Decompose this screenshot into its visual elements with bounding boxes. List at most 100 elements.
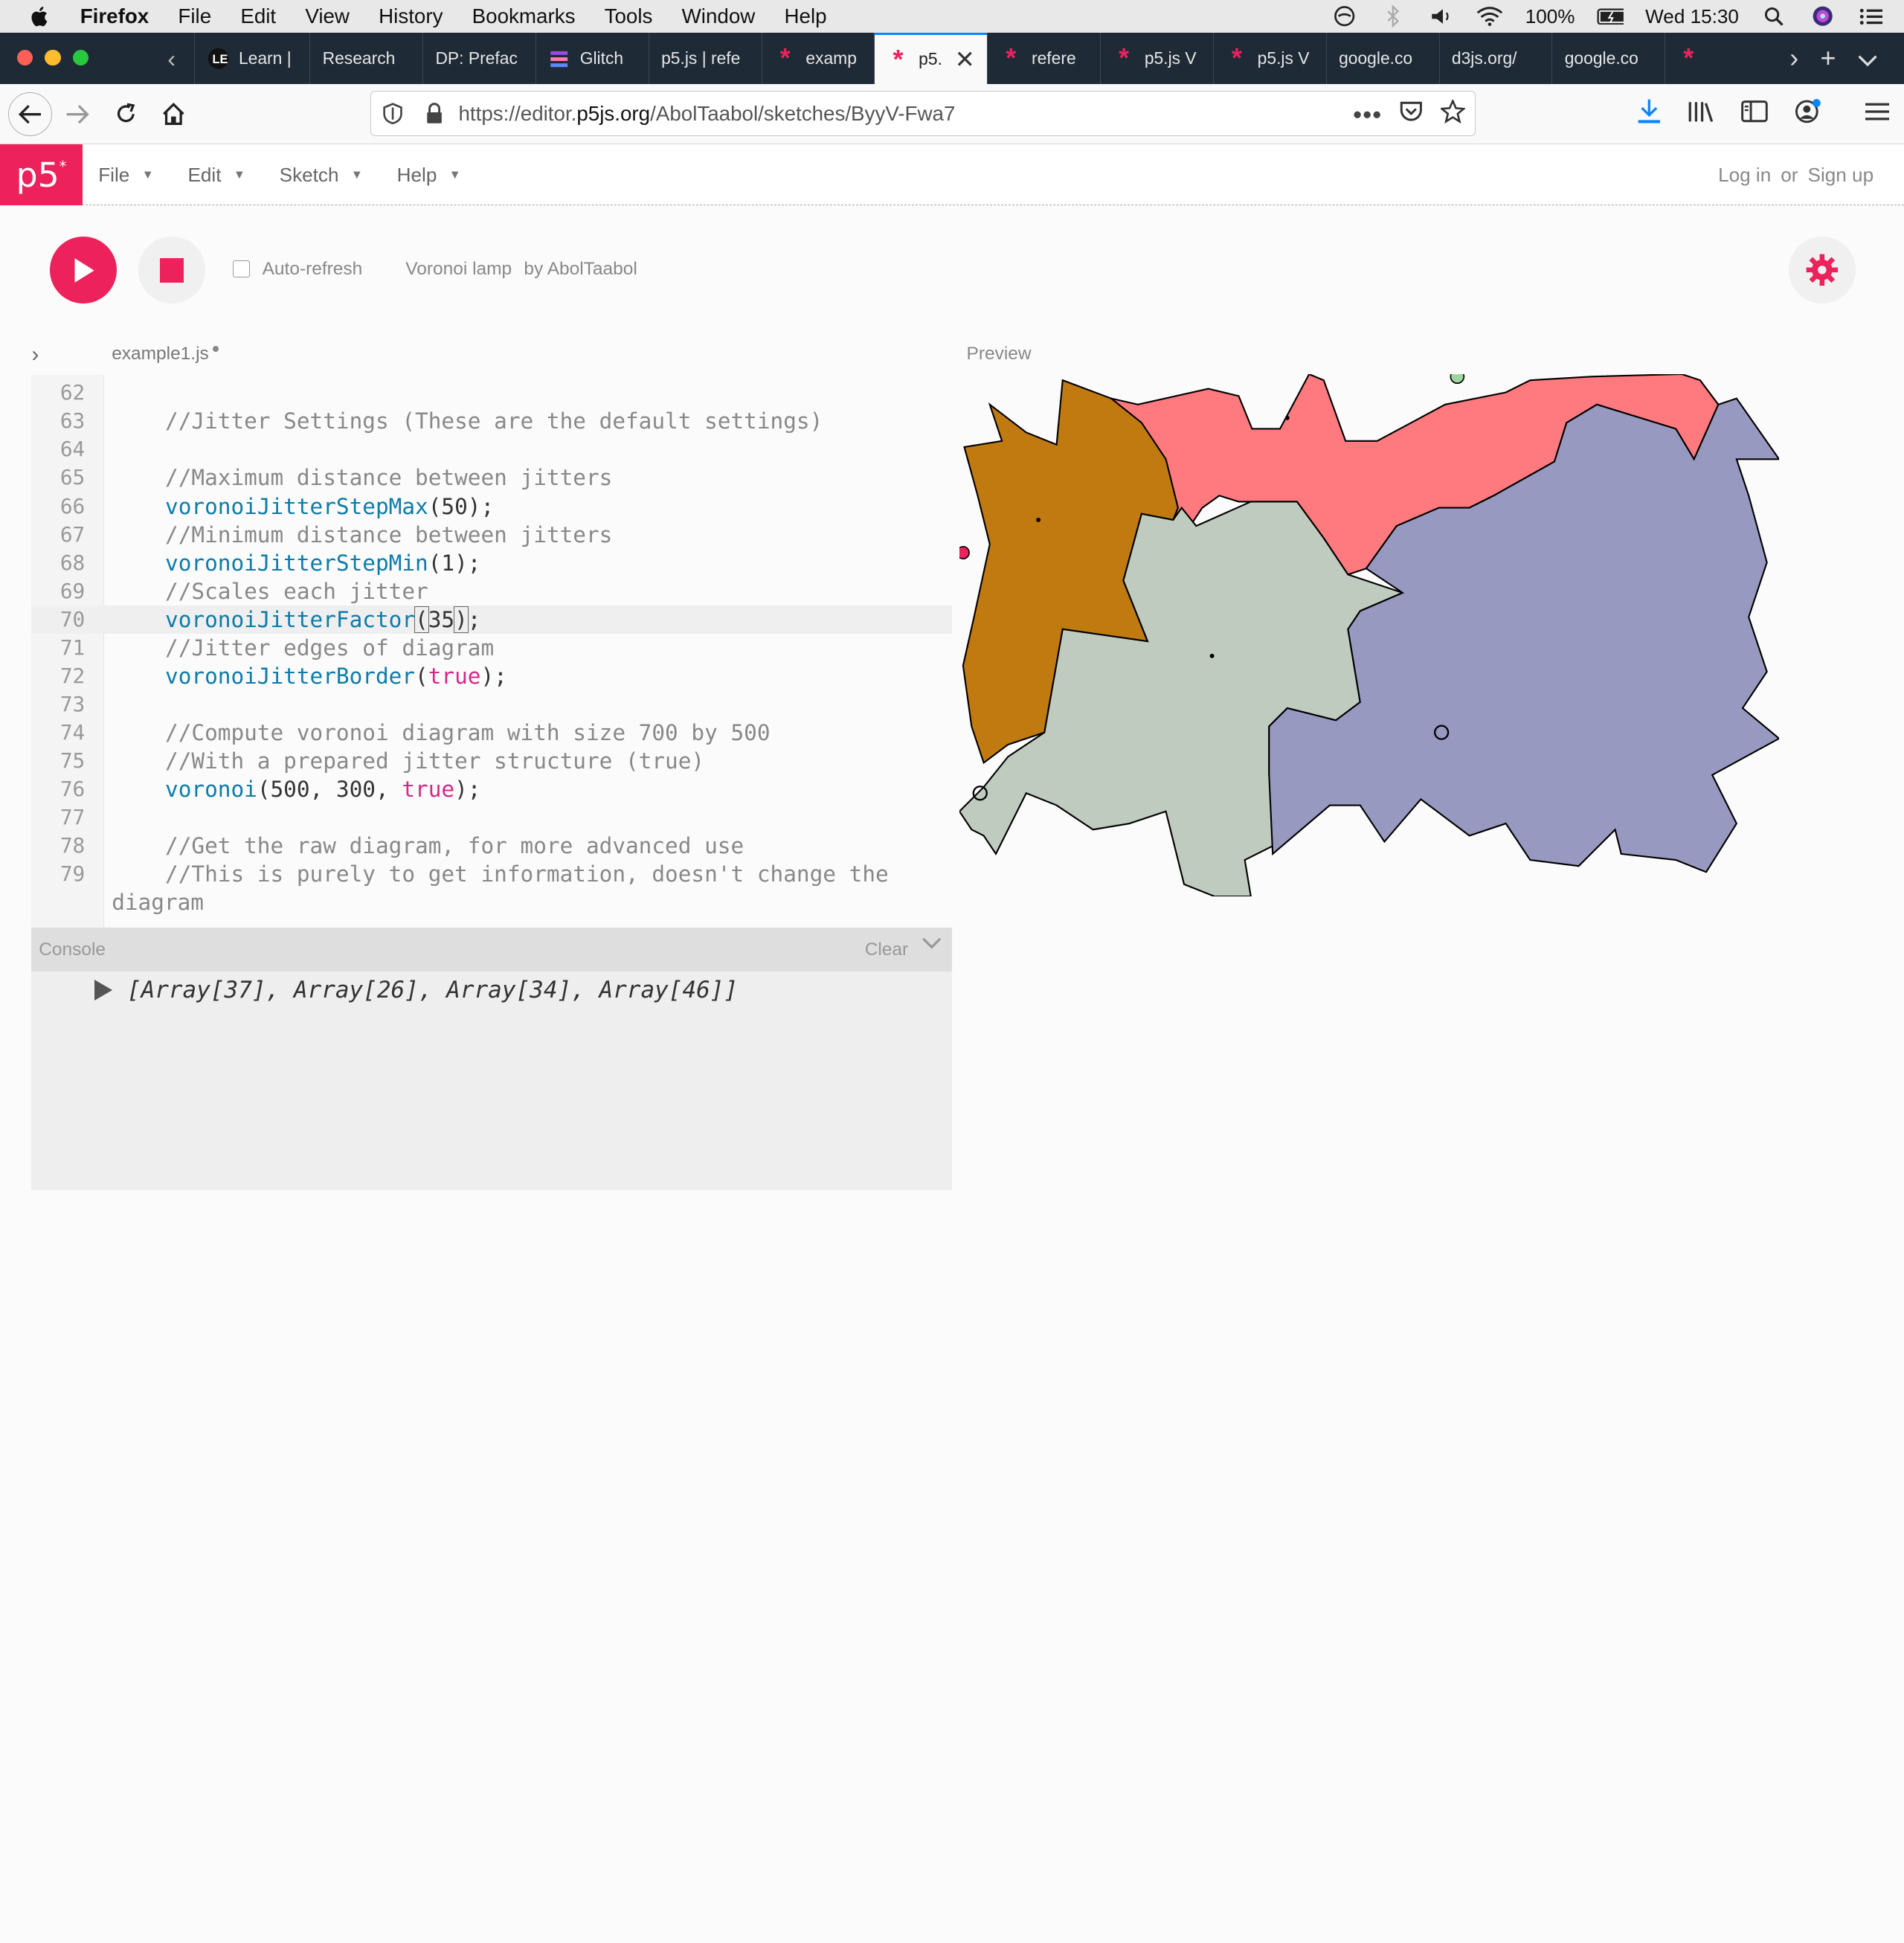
code-line[interactable]: 62	[31, 379, 952, 407]
code-line[interactable]: 72 voronoiJitterBorder(true);	[31, 662, 952, 690]
tab-google-2[interactable]: google.co	[1551, 33, 1665, 84]
p5-menu-sketch[interactable]: Sketch ▼	[280, 164, 363, 187]
play-button[interactable]	[49, 237, 117, 304]
menu-help[interactable]: Help	[784, 4, 826, 28]
tab-d3js[interactable]: d3js.org/	[1438, 33, 1552, 84]
lock-icon[interactable]	[425, 103, 444, 129]
tab-google-1[interactable]: google.co	[1325, 33, 1439, 84]
volume-icon[interactable]	[1428, 5, 1455, 27]
hamburger-menu-icon[interactable]	[1865, 102, 1890, 126]
code-line[interactable]: 76 voronoi(500, 300, true);	[31, 775, 952, 803]
file-tab[interactable]: example1.js	[112, 344, 219, 364]
menu-bookmarks[interactable]: Bookmarks	[472, 4, 576, 28]
console-log-entry[interactable]: [Array[37], Array[26], Array[34], Array[…	[94, 977, 738, 1003]
home-icon[interactable]	[154, 94, 193, 133]
downloads-icon[interactable]	[1637, 98, 1662, 130]
minimize-window-icon[interactable]	[45, 49, 61, 66]
code-line[interactable]: 66 voronoiJitterStepMax(50);	[31, 492, 952, 521]
stop-button[interactable]	[138, 237, 205, 304]
code-line[interactable]: 64	[31, 435, 952, 463]
code-line[interactable]: diagram	[31, 888, 952, 916]
library-icon[interactable]	[1688, 100, 1714, 129]
menu-window[interactable]: Window	[682, 4, 756, 28]
code-line[interactable]: 71 //Jitter edges of diagram	[31, 634, 952, 662]
pocket-icon[interactable]	[1399, 100, 1424, 127]
code-line[interactable]: 69 //Scales each jitter	[31, 577, 952, 606]
tab-reference[interactable]: * refere	[987, 33, 1100, 84]
bookmark-star-icon[interactable]	[1439, 98, 1467, 129]
code-line[interactable]: 68 voronoiJitterStepMin(1);	[31, 549, 952, 577]
wifi-icon[interactable]	[1476, 5, 1503, 27]
maximize-window-icon[interactable]	[72, 49, 89, 66]
code-line[interactable]: 73	[31, 690, 952, 719]
settings-button[interactable]	[1788, 237, 1856, 304]
new-tab-icon[interactable]: +	[1821, 42, 1836, 74]
spotlight-search-icon[interactable]	[1760, 5, 1787, 27]
p5-asterisk-icon: *	[779, 42, 791, 74]
p5-menu-edit[interactable]: Edit ▼	[187, 164, 245, 187]
code-editor[interactable]: 62 63 //Jitter Settings (These are the def…	[31, 375, 952, 928]
expand-triangle-icon[interactable]	[94, 979, 112, 1001]
page-actions-icon[interactable]: •••	[1353, 100, 1382, 129]
tab-p5-reference[interactable]: p5.js | refe	[648, 33, 762, 84]
apple-icon[interactable]	[29, 5, 54, 28]
url-text[interactable]: https://editor.p5js.org/AbolTaabol/sketc…	[458, 102, 955, 126]
p5-logo[interactable]: p5 *	[0, 144, 83, 205]
battery-icon[interactable]	[1597, 5, 1624, 27]
sketch-title[interactable]: Voronoi lamp by AbolTaabol	[405, 259, 637, 280]
code-line[interactable]: 77	[31, 803, 952, 832]
tab-learn[interactable]: LE Learn |	[194, 33, 309, 84]
tab-p5js-v2[interactable]: * p5.js V	[1212, 33, 1326, 84]
code-token: //Jitter edges of diagram	[165, 635, 495, 661]
menu-file[interactable]: File	[178, 4, 211, 28]
code-line[interactable]: 75 //With a prepared jitter structure (tr…	[31, 747, 952, 775]
tracking-protection-shield-icon[interactable]	[383, 103, 403, 129]
p5-menu-file[interactable]: File ▼	[98, 164, 154, 187]
tab-scroll-right-icon[interactable]: ›	[1789, 42, 1798, 74]
do-not-disturb-icon[interactable]	[1331, 5, 1358, 27]
code-line[interactable]: 67 //Minimum distance between jitters	[31, 521, 952, 549]
tab-research[interactable]: Research	[309, 33, 422, 84]
menu-edit[interactable]: Edit	[240, 4, 276, 28]
account-icon[interactable]	[1795, 98, 1821, 130]
line-number: 76	[60, 776, 86, 801]
code-line[interactable]: 79 //This is purely to get information, d…	[31, 860, 952, 888]
close-tab-icon[interactable]: ✕	[945, 45, 975, 74]
sketch-preview-canvas[interactable]	[959, 373, 1779, 896]
auto-refresh-toggle[interactable]: Auto-refresh	[233, 259, 362, 280]
address-bar[interactable]: https://editor.p5js.org/AbolTaabol/sketc…	[370, 91, 1476, 136]
code-line[interactable]: 63 //Jitter Settings (These are the defau…	[31, 407, 952, 435]
console-clear-button[interactable]: Clear	[865, 940, 908, 960]
bluetooth-icon[interactable]	[1380, 5, 1406, 28]
tab-example[interactable]: * examp	[761, 33, 875, 84]
menu-view[interactable]: View	[305, 4, 350, 28]
close-window-icon[interactable]	[16, 49, 33, 66]
siri-icon[interactable]	[1810, 5, 1836, 27]
p5-menu-help[interactable]: Help ▼	[397, 164, 461, 187]
forward-button[interactable]	[58, 94, 97, 133]
menu-app-firefox[interactable]: Firefox	[80, 4, 149, 28]
auto-refresh-checkbox[interactable]	[233, 260, 251, 278]
tab-glitch[interactable]: Glitch	[535, 33, 649, 84]
back-button[interactable]	[8, 92, 53, 136]
login-link[interactable]: Log in	[1718, 164, 1771, 187]
code-line[interactable]: 74 //Compute voronoi diagram with size 70…	[31, 719, 952, 747]
signup-link[interactable]: Sign up	[1808, 164, 1874, 187]
sidebar-expand-chevron-icon[interactable]: ›	[31, 342, 39, 367]
clock[interactable]: Wed 15:30	[1645, 5, 1739, 28]
reload-icon[interactable]	[107, 94, 146, 133]
tab-scroll-left-icon[interactable]: ‹	[167, 45, 176, 73]
sidebar-toggle-icon[interactable]	[1741, 100, 1768, 127]
console-collapse-chevron-icon[interactable]	[921, 935, 942, 957]
menu-tools[interactable]: Tools	[605, 4, 653, 28]
tab-p5-editor-active[interactable]: * p5. ✕	[874, 33, 988, 84]
tab-dp-preface[interactable]: DP: Prefac	[422, 33, 536, 84]
tab-p5-overflow[interactable]: *	[1665, 33, 1703, 84]
menu-history[interactable]: History	[379, 4, 443, 28]
code-line[interactable]: 65 //Maximum distance between jitters	[31, 463, 952, 492]
code-line[interactable]: 78 //Get the raw diagram, for more advanc…	[31, 832, 952, 860]
list-all-tabs-icon[interactable]	[1858, 42, 1877, 74]
notification-center-icon[interactable]	[1858, 5, 1885, 27]
tab-p5js-v1[interactable]: * p5.js V	[1100, 33, 1213, 84]
code-line[interactable]: 70 voronoiJitterFactor(35);	[31, 605, 952, 634]
